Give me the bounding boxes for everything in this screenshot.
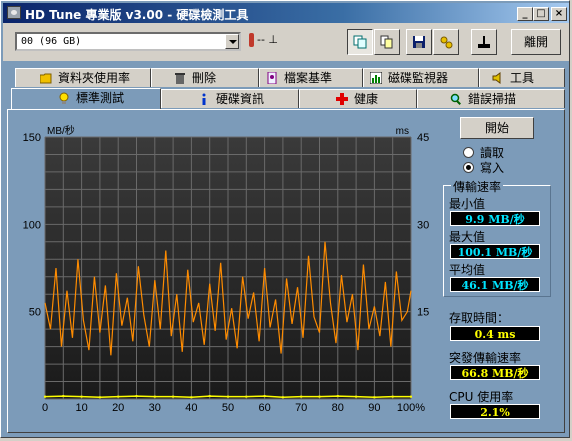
x-tick-label: 90 — [368, 402, 380, 414]
main-window: HD Tune 專業版 v3.00 - 硬碟檢測工具 _ □ × 00 (96 … — [0, 0, 570, 438]
burst-rate-value: 66.8 MB/秒 — [450, 365, 540, 380]
write-radio-dot[interactable] — [463, 162, 474, 173]
min-label: 最小值 — [449, 197, 486, 211]
x-tick-label: 20 — [112, 402, 124, 414]
x-tick-label: 40 — [185, 402, 197, 414]
start-button[interactable]: 開始 — [460, 117, 534, 139]
access-time-value: 0.4 ms — [450, 326, 540, 341]
x-tick-label: 80 — [332, 402, 344, 414]
avg-label: 平均值 — [449, 263, 486, 277]
max-label: 最大值 — [449, 230, 486, 244]
x-tick-label: 60 — [258, 402, 270, 414]
y-tick-left-label: 50 — [29, 307, 41, 319]
y-tick-right-label: 45 — [417, 132, 429, 144]
x-tick-label: 0 — [42, 402, 48, 414]
y-tick-right-label: 15 — [417, 307, 429, 319]
tab-benchmark[interactable]: 標準測試 — [11, 88, 161, 109]
write-radio-label: 寫入 — [480, 161, 505, 175]
access-time-label: 存取時間： — [449, 311, 510, 325]
cpu-usage-label: CPU 使用率 — [449, 390, 514, 404]
lightbulb-icon — [59, 92, 69, 104]
y-tick-left-label: 100 — [23, 219, 41, 231]
x-tick-label: 30 — [149, 402, 161, 414]
y-tick-right-label: 30 — [417, 219, 429, 231]
tab-benchmark-label: 標準測試 — [76, 91, 125, 105]
y-axis-right-label: ms — [396, 126, 409, 137]
max-value: 100.1 MB/秒 — [450, 244, 540, 259]
burst-rate-label: 突發傳輸速率 — [449, 351, 522, 365]
avg-value: 46.1 MB/秒 — [450, 277, 540, 292]
x-tick-label: 70 — [295, 402, 307, 414]
write-radio[interactable]: 寫入 — [463, 159, 504, 176]
read-radio-label: 讀取 — [480, 146, 505, 160]
read-radio-dot[interactable] — [463, 147, 474, 158]
x-tick-label: 100% — [397, 402, 425, 414]
x-tick-label: 50 — [222, 402, 234, 414]
cpu-usage-value: 2.1% — [450, 404, 540, 419]
x-tick-label: 10 — [75, 402, 87, 414]
min-value: 9.9 MB/秒 — [450, 211, 540, 226]
y-axis-left-label: MB/秒 — [47, 124, 75, 137]
y-tick-left-label: 150 — [23, 132, 41, 144]
transfer-rate-title: 傳輸速率 — [451, 178, 504, 195]
